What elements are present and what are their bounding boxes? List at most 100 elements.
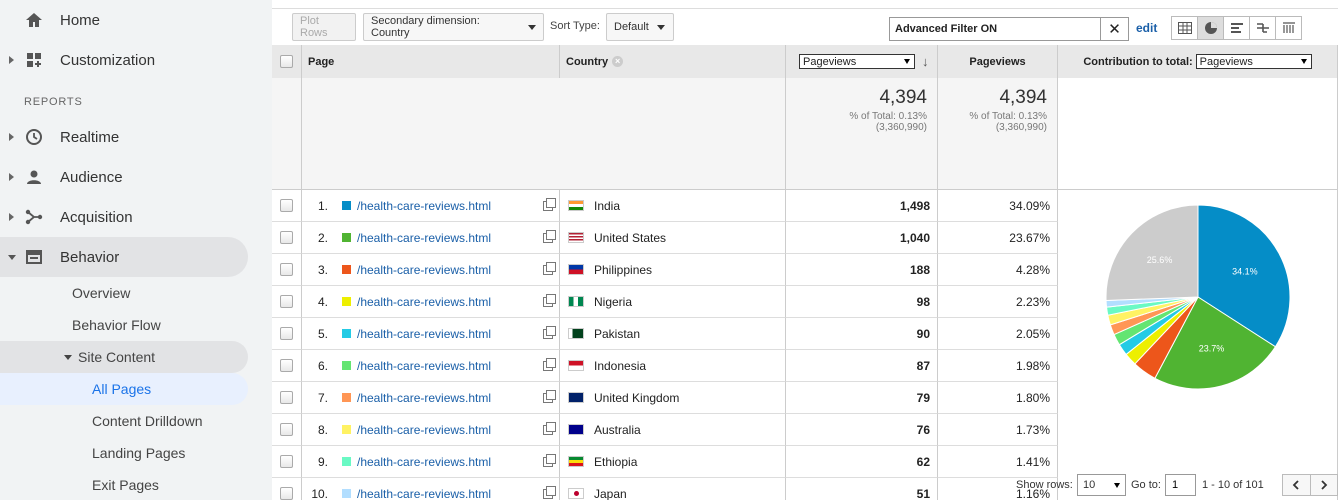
caret-down-icon xyxy=(8,254,16,260)
advanced-filter-box[interactable]: Advanced Filter ON ✕ xyxy=(889,17,1129,41)
open-page-icon[interactable] xyxy=(543,293,556,307)
country-name[interactable]: Nigeria xyxy=(594,295,632,309)
nav-site-content[interactable]: Site Content xyxy=(0,341,248,373)
country-name[interactable]: Australia xyxy=(594,423,641,437)
row-checkbox[interactable] xyxy=(280,231,293,244)
page-link[interactable]: /health-care-reviews.html xyxy=(357,423,491,437)
country-name[interactable]: Pakistan xyxy=(594,327,640,341)
metric-select[interactable]: Pageviews xyxy=(799,54,915,69)
open-page-icon[interactable] xyxy=(543,357,556,371)
view-pie-button[interactable] xyxy=(1197,16,1224,40)
row-select-cell xyxy=(272,414,302,446)
page-link[interactable]: /health-care-reviews.html xyxy=(357,263,491,277)
row-checkbox[interactable] xyxy=(280,327,293,340)
sort-type-dropdown[interactable]: Default xyxy=(606,13,674,41)
page-link[interactable]: /health-care-reviews.html xyxy=(357,327,491,341)
sort-desc-arrow-icon[interactable]: ↓ xyxy=(922,54,929,69)
show-rows-label: Show rows: xyxy=(1016,479,1073,491)
select-all-cell xyxy=(272,45,302,78)
edit-filter-link[interactable]: edit xyxy=(1136,21,1157,35)
view-performance-button[interactable] xyxy=(1223,16,1250,40)
open-page-icon[interactable] xyxy=(543,325,556,339)
page-link[interactable]: /health-care-reviews.html xyxy=(357,199,491,213)
nav-customization[interactable]: Customization xyxy=(0,40,248,80)
country-name[interactable]: Indonesia xyxy=(594,359,646,373)
row-pageviews-pct: 1.80% xyxy=(938,382,1058,414)
col-contribution-header: Contribution to total: Pageviews xyxy=(1058,45,1338,78)
view-comparison-button[interactable] xyxy=(1249,16,1276,40)
contribution-label: Contribution to total: xyxy=(1083,55,1193,68)
nav-all-pages[interactable]: All Pages xyxy=(0,373,248,405)
row-checkbox[interactable] xyxy=(280,199,293,212)
row-pageviews-pct: 2.05% xyxy=(938,318,1058,350)
col-pageviews-header[interactable]: Pageviews xyxy=(938,45,1058,78)
country-name[interactable]: Ethiopia xyxy=(594,455,637,469)
open-page-icon[interactable] xyxy=(543,261,556,275)
show-rows-select[interactable]: 10 xyxy=(1077,474,1126,496)
series-color-swatch xyxy=(342,201,351,210)
series-color-swatch xyxy=(342,457,351,466)
nav-audience[interactable]: Audience xyxy=(0,157,248,197)
totals-metric-cell: 4,394 % of Total: 0.13% (3,360,990) xyxy=(786,78,938,190)
prev-page-button[interactable] xyxy=(1283,475,1311,495)
select-all-checkbox[interactable] xyxy=(280,55,293,68)
row-checkbox[interactable] xyxy=(280,391,293,404)
view-pivot-button[interactable] xyxy=(1275,16,1302,40)
nav-landing-pages[interactable]: Landing Pages xyxy=(92,437,185,469)
nav-content-drilldown[interactable]: Content Drilldown xyxy=(92,405,203,437)
open-page-icon[interactable] xyxy=(543,453,556,467)
reports-section-label: REPORTS xyxy=(24,96,83,108)
row-pageviews-pct: 23.67% xyxy=(938,222,1058,254)
row-page-cell: 1. /health-care-reviews.html xyxy=(302,190,560,222)
remove-dimension-icon[interactable]: × xyxy=(612,56,624,67)
nav-customization-label: Customization xyxy=(60,51,156,69)
goto-input[interactable] xyxy=(1165,474,1196,496)
nav-behavior[interactable]: Behavior xyxy=(0,237,248,277)
nav-realtime[interactable]: Realtime xyxy=(0,117,248,157)
row-index: 8. xyxy=(317,422,328,437)
row-checkbox[interactable] xyxy=(280,455,293,468)
nav-acquisition[interactable]: Acquisition xyxy=(0,197,248,237)
country-name[interactable]: Philippines xyxy=(594,263,652,277)
page-link[interactable]: /health-care-reviews.html xyxy=(357,231,491,245)
sort-type-value: Default xyxy=(614,21,649,33)
view-table-button[interactable] xyxy=(1171,16,1198,40)
nav-behavior-overview[interactable]: Overview xyxy=(72,277,130,309)
acquisition-icon xyxy=(25,209,43,225)
pie-slice-other[interactable] xyxy=(1105,204,1199,301)
page-link[interactable]: /health-care-reviews.html xyxy=(357,391,491,405)
row-pageviews-pct: 4.28% xyxy=(938,254,1058,286)
open-page-icon[interactable] xyxy=(543,421,556,435)
country-name[interactable]: United States xyxy=(594,231,666,245)
country-name[interactable]: United Kingdom xyxy=(594,391,679,405)
nav-home[interactable]: Home xyxy=(0,0,248,40)
contribution-select[interactable]: Pageviews xyxy=(1195,54,1312,69)
next-page-button[interactable] xyxy=(1311,475,1338,495)
row-checkbox[interactable] xyxy=(280,295,293,308)
open-page-icon[interactable] xyxy=(543,389,556,403)
plot-rows-button[interactable]: Plot Rows xyxy=(292,13,356,41)
open-page-icon[interactable] xyxy=(543,197,556,211)
page-link[interactable]: /health-care-reviews.html xyxy=(357,359,491,373)
nav-exit-pages[interactable]: Exit Pages xyxy=(92,469,159,500)
totals-of: (3,360,990) xyxy=(875,122,927,133)
row-pageviews-value: 90 xyxy=(786,318,938,350)
open-page-icon[interactable] xyxy=(543,229,556,243)
country-name[interactable]: India xyxy=(594,199,620,213)
row-checkbox[interactable] xyxy=(280,263,293,276)
secondary-dimension-dropdown[interactable]: Secondary dimension: Country xyxy=(363,13,544,41)
comparison-view-icon xyxy=(1256,23,1269,33)
clear-filter-icon[interactable]: ✕ xyxy=(1100,18,1128,40)
goto-label: Go to: xyxy=(1131,479,1161,491)
advanced-filter-text: Advanced Filter ON xyxy=(895,23,998,35)
caret-right-icon xyxy=(9,213,14,221)
nav-behavior-flow[interactable]: Behavior Flow xyxy=(72,309,161,341)
totals-label-cell xyxy=(302,78,786,190)
page-link[interactable]: /health-care-reviews.html xyxy=(357,295,491,309)
col-country-header[interactable]: Country × xyxy=(560,45,786,78)
col-page-header[interactable]: Page xyxy=(302,45,560,78)
chevron-down-icon xyxy=(1114,482,1120,488)
row-checkbox[interactable] xyxy=(280,359,293,372)
page-link[interactable]: /health-care-reviews.html xyxy=(357,455,491,469)
row-checkbox[interactable] xyxy=(280,423,293,436)
